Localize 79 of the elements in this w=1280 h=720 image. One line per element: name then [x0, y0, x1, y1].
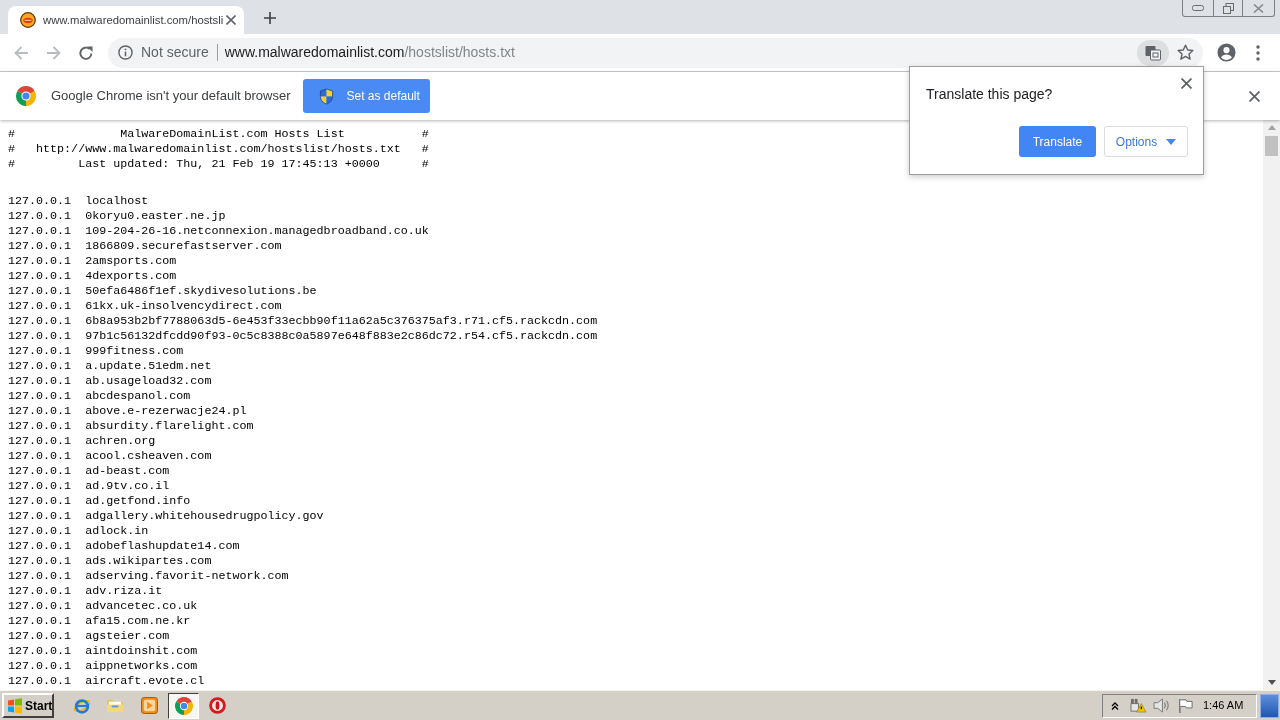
hosts-entry: 127.0.0.1 50efa6486f1ef.skydivesolutions.be [8, 284, 317, 299]
popup-title: Translate this page? [926, 85, 1053, 104]
address-bar[interactable]: Not secure www.malwaredomainlist.com/hostslist/hosts.txt [108, 37, 1203, 68]
options-button[interactable]: Options [1104, 126, 1188, 157]
hosts-entry: 127.0.0.1 agsteier.com [8, 629, 170, 644]
tab-title: www.malwaredomainlist.com/hostsli [43, 12, 224, 28]
hosts-entry: 127.0.0.1 ad.9tv.co.il [8, 479, 170, 494]
close-infobar-icon[interactable] [1249, 90, 1260, 102]
network-warning-icon[interactable] [1130, 698, 1147, 713]
hosts-entry: 127.0.0.1 above.e-rezerwacje24.pl [8, 404, 247, 419]
menu-icon[interactable] [1256, 44, 1260, 61]
info-icon[interactable] [118, 45, 133, 60]
hosts-entry: 127.0.0.1 ads.wikipartes.com [8, 554, 212, 569]
site-logo-icon [20, 12, 36, 28]
browser-tab[interactable]: www.malwaredomainlist.com/hostsli [8, 6, 244, 34]
hosts-entry: 127.0.0.1 acool.csheaven.com [8, 449, 212, 464]
translate-button[interactable] [1137, 39, 1169, 66]
media-player-icon [141, 697, 158, 714]
hosts-entry: 127.0.0.1 2amsports.com [8, 254, 177, 269]
close-tab-icon[interactable] [226, 15, 236, 25]
scrollbar[interactable] [1263, 120, 1280, 690]
url-text: www.malwaredomainlist.com/hostslist/hosts.txt [224, 43, 515, 62]
hosts-entry: 127.0.0.1 adobeflashupdate14.com [8, 539, 240, 554]
hosts-entry: 127.0.0.1 adv.riza.it [8, 584, 163, 599]
security-label[interactable]: Not secure [141, 42, 209, 63]
hosts-entry: 127.0.0.1 absurdity.flarelight.com [8, 419, 254, 434]
close-popup-icon[interactable] [1181, 78, 1192, 89]
hosts-entry: 127.0.0.1 aippnetworks.com [8, 659, 198, 674]
scrollbar-thumb[interactable] [1265, 136, 1278, 156]
close-window-icon [1253, 3, 1264, 13]
new-tab-icon[interactable] [264, 12, 276, 24]
hosts-entry: 127.0.0.1 abcdespanol.com [8, 389, 191, 404]
hosts-entry: 127.0.0.1 adgallery.whitehousedrugpolicy.gov [8, 509, 324, 524]
hosts-entry: 127.0.0.1 afa15.com.ne.kr [8, 614, 191, 629]
clock-time[interactable]: 1:46 AM [1203, 697, 1244, 714]
hosts-entry: 127.0.0.1 adserving.favorit-network.com [8, 569, 289, 584]
folder-icon [106, 697, 125, 714]
translate-page-button[interactable]: Translate [1019, 126, 1096, 157]
infobar-message: Google Chrome isn't your default browser [51, 87, 291, 106]
caret-icon [1166, 138, 1177, 145]
hosts-entry: 127.0.0.1 adlock.in [8, 524, 149, 539]
hosts-entry: 127.0.0.1 aintdoinshit.com [8, 644, 198, 659]
hosts-entry: 127.0.0.1 999fitness.com [8, 344, 184, 359]
taskbar-app-button[interactable] [168, 692, 199, 719]
browser-icon [72, 696, 91, 715]
hosts-entry: 127.0.0.1 aircraft.evote.cl [8, 674, 205, 689]
hosts-entry: 127.0.0.1 0koryu0.easter.ne.jp [8, 209, 226, 224]
chevron-up-icon[interactable] [1111, 701, 1119, 710]
comment-line: # Last updated: Thu, 21 Feb 19 17:45:13 +0000 # [8, 157, 429, 172]
hosts-entry: 127.0.0.1 localhost [8, 194, 149, 209]
reload-icon[interactable] [78, 44, 94, 61]
chrome-icon [174, 696, 193, 715]
hosts-entry: 127.0.0.1 a.update.51edm.net [8, 359, 212, 374]
hosts-entry: 127.0.0.1 97b1c56132dfcdd90f93-0c5c8388c0a5897e648f883e2c86dc72.r54.cf5.rackcdn.com [8, 329, 598, 344]
scroll-down-icon[interactable] [1267, 680, 1276, 685]
hosts-entry: 127.0.0.1 achren.org [8, 434, 156, 449]
hosts-entry: 127.0.0.1 109-204-26-16.netconnexion.managedbroadband.co.uk [8, 224, 429, 239]
hosts-entry: 127.0.0.1 ad-beast.com [8, 464, 170, 479]
flag-icon[interactable] [1178, 698, 1193, 713]
hosts-entry: 127.0.0.1 1866809.securefastserver.com [8, 239, 282, 254]
hosts-entry: 127.0.0.1 advancetec.co.uk [8, 599, 198, 614]
comment-line: # http://www.malwaredomainlist.com/hostslist/hosts.txt # [8, 142, 429, 157]
comment-line: # MalwareDomainList.com Hosts List # [8, 127, 429, 142]
profile-icon[interactable] [1217, 43, 1236, 62]
speaker-icon[interactable] [1153, 698, 1170, 713]
shield-icon [319, 87, 335, 105]
translate-icon [1145, 44, 1161, 61]
ring-icon [209, 697, 226, 714]
windows-logo-icon [7, 697, 23, 714]
hosts-entry: 127.0.0.1 61kx.uk-insolvencydirect.com [8, 299, 282, 314]
hosts-entry: 127.0.0.1 4dexports.com [8, 269, 177, 284]
start-button[interactable]: Start [2, 693, 54, 718]
show-desktop-button[interactable] [1260, 693, 1279, 718]
hosts-entry: 127.0.0.1 ad.getfond.info [8, 494, 191, 509]
hosts-entry: 127.0.0.1 ab.usageload32.com [8, 374, 212, 389]
bookmark-star-icon[interactable] [1177, 44, 1194, 61]
chrome-logo-icon [16, 86, 36, 106]
hosts-entry: 127.0.0.1 6b8a953b2bf7788063d5-6e453f33ecbb90f11a62a5c376375af3.r71.cf5.rackcdn.com [8, 314, 598, 329]
minimize-icon [1192, 5, 1204, 11]
